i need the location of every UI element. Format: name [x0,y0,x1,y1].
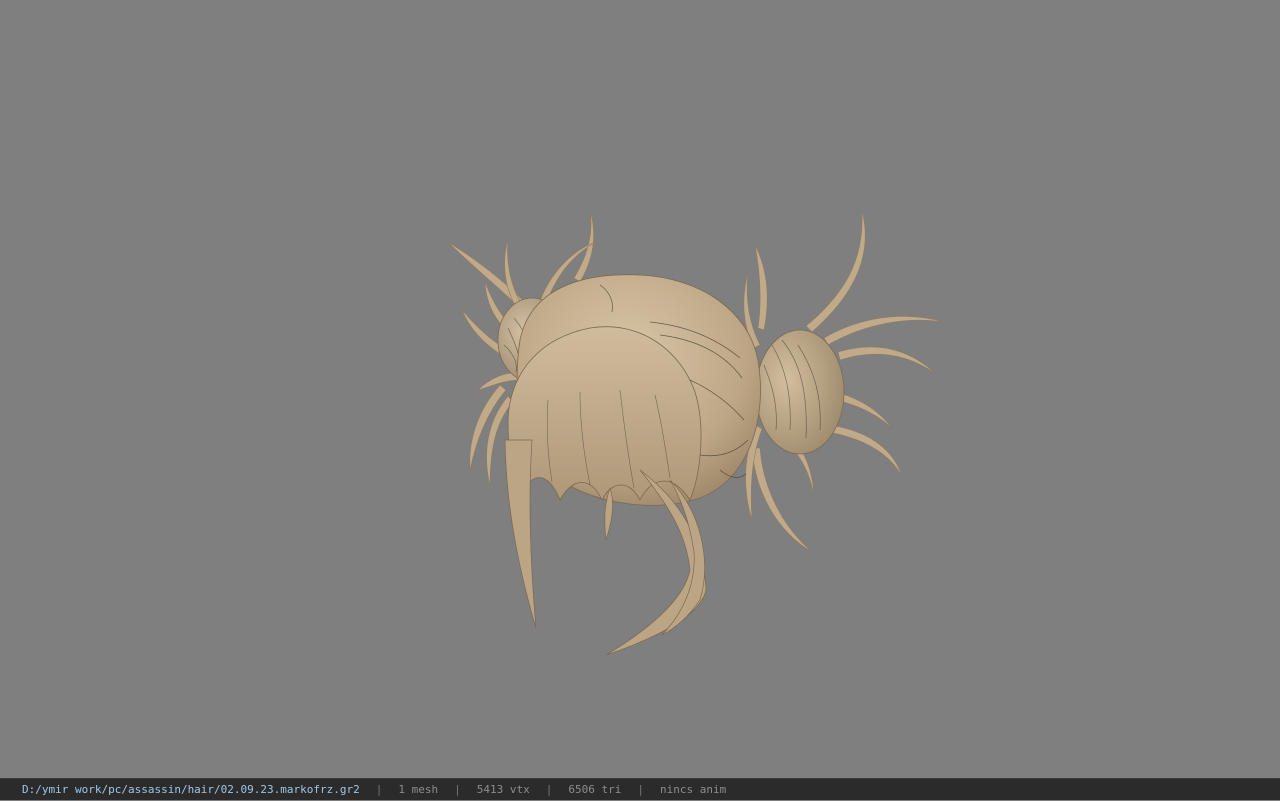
mesh-count: 1 mesh [398,783,439,796]
file-path: D:/ymir work/pc/assassin/hair/02.09.23.m… [22,783,360,796]
3d-viewport[interactable] [0,0,1280,778]
separator: | [637,783,644,796]
animation-status: nincs anim [659,783,727,796]
separator: | [545,783,553,796]
separator: | [375,783,383,796]
separator: | [454,783,461,796]
hair-model-render [447,209,945,656]
status-bar: D:/ymir work/pc/assassin/hair/02.09.23.m… [0,778,1280,800]
triangle-count: 6506 tri [568,783,622,796]
vertex-count: 5413 vtx [476,783,530,796]
